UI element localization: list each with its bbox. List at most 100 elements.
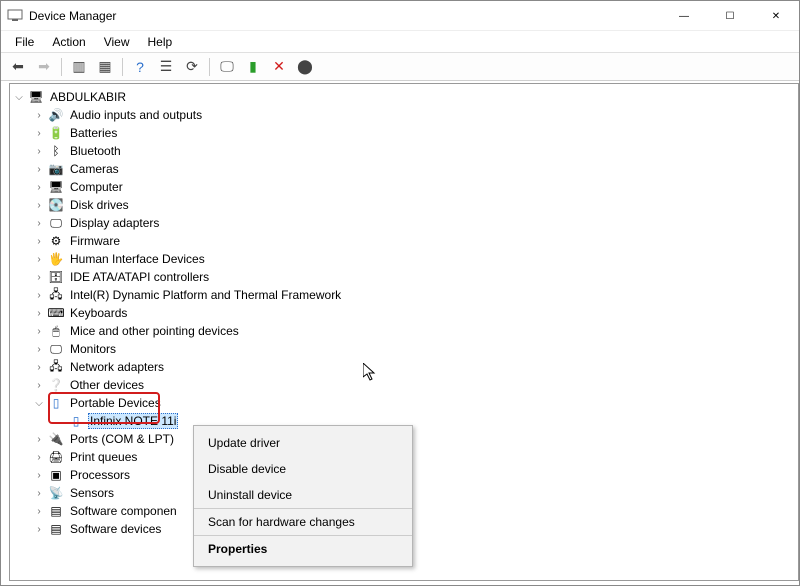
device-category-icon: 📡: [48, 485, 64, 501]
tree-node-label: Human Interface Devices: [68, 252, 207, 266]
device-category-icon: ⚙: [48, 233, 64, 249]
expand-icon[interactable]: ›: [32, 288, 46, 302]
tree-node[interactable]: ›🖧 Network adapters: [12, 358, 798, 376]
detail-pane-button[interactable]: ▦: [94, 56, 116, 78]
tree-node-label: Computer: [68, 180, 125, 194]
device-category-icon: 🖧: [48, 359, 64, 375]
expand-icon[interactable]: ›: [32, 198, 46, 212]
expand-icon[interactable]: ›: [32, 324, 46, 338]
ctx-uninstall-device[interactable]: Uninstall device: [194, 482, 412, 509]
ctx-disable-device[interactable]: Disable device: [194, 456, 412, 482]
tree-node[interactable]: ›🖧Intel(R) Dynamic Platform and Thermal …: [12, 286, 798, 304]
device-category-icon: 🖐: [48, 251, 64, 267]
device-category-icon: 🖥: [48, 179, 64, 195]
expand-icon[interactable]: ›: [32, 126, 46, 140]
tree-node-label: Monitors: [68, 342, 118, 356]
expand-icon[interactable]: ›: [32, 252, 46, 266]
tree-node-label: Software componen: [68, 504, 179, 518]
close-button[interactable]: ✕: [753, 1, 799, 31]
device-category-icon: 🖨: [48, 449, 64, 465]
device-category-icon: ❔: [48, 377, 64, 393]
device-category-icon: 🖵: [48, 215, 64, 231]
menu-view[interactable]: View: [96, 33, 138, 51]
device-category-icon: 🔊: [48, 107, 64, 123]
portable-icon: ▯: [48, 395, 64, 411]
app-icon: [7, 8, 23, 24]
tree-node-label: Other devices: [68, 378, 146, 392]
scan-button[interactable]: ⟳: [181, 56, 203, 78]
expand-icon[interactable]: ›: [32, 234, 46, 248]
context-menu: Update driver Disable device Uninstall d…: [193, 425, 413, 567]
enable-button[interactable]: ▮: [242, 56, 264, 78]
expand-icon[interactable]: ›: [32, 144, 46, 158]
tree-node-label: Network adapters: [68, 360, 166, 374]
maximize-button[interactable]: ☐: [707, 1, 753, 31]
update-driver-button[interactable]: 🖵: [216, 56, 238, 78]
tree-node[interactable]: ›ᛒBluetooth: [12, 142, 798, 160]
tree-node[interactable]: ›🖵 Display adapters: [12, 214, 798, 232]
toolbar: ⬅ ➡ ▥ ▦ ? ☰ ⟳ 🖵 ▮ ✕ ⬤: [1, 53, 799, 81]
tree-node[interactable]: ›⚙Firmware: [12, 232, 798, 250]
tree-node[interactable]: ›🖥 Computer: [12, 178, 798, 196]
device-category-icon: 🖱: [48, 323, 64, 339]
ctx-update-driver[interactable]: Update driver: [194, 430, 412, 456]
back-button[interactable]: ⬅: [7, 56, 29, 78]
collapse-icon[interactable]: ⌵: [32, 396, 46, 410]
tree-root[interactable]: ⌵ 🖥 ABDULKABIR: [12, 88, 798, 106]
computer-icon: 🖥: [28, 89, 44, 105]
device-category-icon: 🗄: [48, 269, 64, 285]
tree-node-label: Disk drives: [68, 198, 131, 212]
device-category-icon: 🔋: [48, 125, 64, 141]
show-hide-button[interactable]: ▥: [68, 56, 90, 78]
tree-node[interactable]: ›💽Disk drives: [12, 196, 798, 214]
tree-node-label: Bluetooth: [68, 144, 123, 158]
ctx-properties[interactable]: Properties: [194, 536, 412, 562]
tree-node[interactable]: ›🖵 Monitors: [12, 340, 798, 358]
expand-icon[interactable]: ›: [32, 486, 46, 500]
device-category-icon: 🖵: [48, 341, 64, 357]
node-portable-devices[interactable]: ⌵ ▯ Portable Devices: [12, 394, 798, 412]
expand-icon[interactable]: ›: [32, 450, 46, 464]
expand-icon[interactable]: ›: [32, 180, 46, 194]
expand-icon[interactable]: ›: [32, 360, 46, 374]
uninstall-button[interactable]: ✕: [268, 56, 290, 78]
tree-node[interactable]: ›🗄IDE ATA/ATAPI controllers: [12, 268, 798, 286]
expand-icon[interactable]: ›: [32, 342, 46, 356]
tree-node-label: Sensors: [68, 486, 116, 500]
tree-node-label: Display adapters: [68, 216, 161, 230]
help-button[interactable]: ?: [129, 56, 151, 78]
forward-button[interactable]: ➡: [33, 56, 55, 78]
expand-icon[interactable]: ›: [32, 378, 46, 392]
expand-icon[interactable]: ›: [32, 432, 46, 446]
menu-file[interactable]: File: [7, 33, 42, 51]
tree-node[interactable]: ›🖐 Human Interface Devices: [12, 250, 798, 268]
tree-node[interactable]: ›🖱 Mice and other pointing devices: [12, 322, 798, 340]
expand-icon[interactable]: ›: [32, 162, 46, 176]
tree-node[interactable]: ›⌨ Keyboards: [12, 304, 798, 322]
minimize-button[interactable]: —: [661, 1, 707, 31]
tree-node[interactable]: ›🔊 Audio inputs and outputs: [12, 106, 798, 124]
device-category-icon: ▤: [48, 503, 64, 519]
expand-icon[interactable]: ›: [32, 468, 46, 482]
properties-button[interactable]: ☰: [155, 56, 177, 78]
device-category-icon: ⌨: [48, 305, 64, 321]
collapse-icon[interactable]: ⌵: [12, 90, 26, 104]
expand-icon[interactable]: ›: [32, 504, 46, 518]
device-category-icon: ▣: [48, 467, 64, 483]
tree-node[interactable]: ›📷Cameras: [12, 160, 798, 178]
ctx-scan-hardware[interactable]: Scan for hardware changes: [194, 509, 412, 536]
expand-icon[interactable]: ›: [32, 306, 46, 320]
tree-node[interactable]: ›🔋Batteries: [12, 124, 798, 142]
expand-icon[interactable]: ›: [32, 108, 46, 122]
menu-help[interactable]: Help: [140, 33, 181, 51]
expand-icon[interactable]: ›: [32, 216, 46, 230]
expand-icon[interactable]: ›: [32, 522, 46, 536]
expand-icon[interactable]: ›: [32, 270, 46, 284]
tree-node-label: Audio inputs and outputs: [68, 108, 204, 122]
titlebar: Device Manager — ☐ ✕: [1, 1, 799, 31]
tree-node-label: Keyboards: [68, 306, 129, 320]
refresh-button[interactable]: ⬤: [294, 56, 316, 78]
menu-action[interactable]: Action: [44, 33, 93, 51]
tree-node-label: Mice and other pointing devices: [68, 324, 241, 338]
tree-node[interactable]: ›❔ Other devices: [12, 376, 798, 394]
